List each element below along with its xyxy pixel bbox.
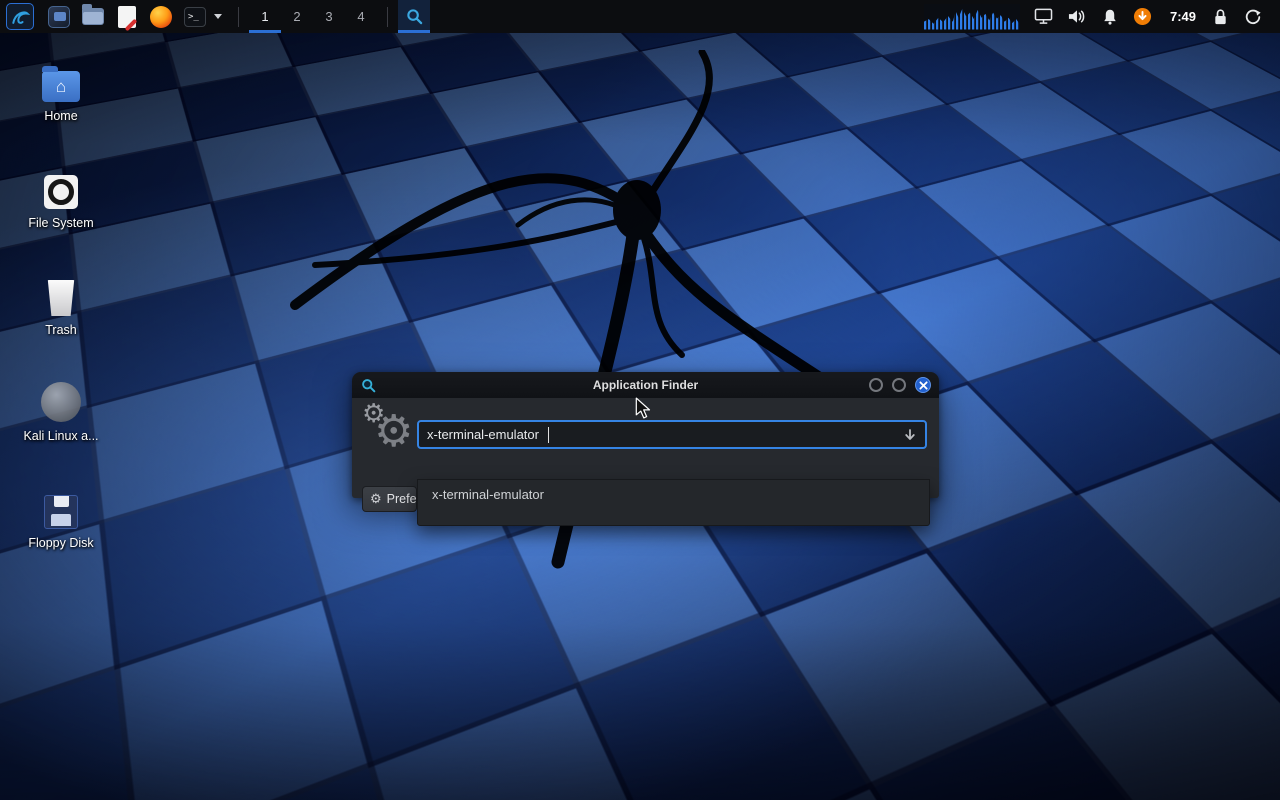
panel-right: 7:49	[924, 0, 1274, 33]
desktop-icon-floppy-disk[interactable]: Floppy Disk	[5, 485, 117, 550]
cpu-graph[interactable]	[924, 4, 1020, 30]
maximize-button[interactable]	[892, 378, 906, 392]
desktop-icon-label: Kali Linux a...	[23, 429, 98, 443]
text-caret	[548, 427, 550, 443]
files-icon	[48, 6, 70, 28]
session-menu-button[interactable]	[1241, 4, 1265, 30]
desktop-icon-label: File System	[28, 216, 93, 230]
desktop-icon-home[interactable]: Home	[5, 58, 117, 123]
workspace-button-3[interactable]: 3	[313, 0, 345, 33]
desktop-icon-kali-linux[interactable]: Kali Linux a...	[5, 378, 117, 443]
close-button[interactable]	[915, 377, 931, 393]
preferences-button-label: Preferences	[387, 492, 417, 506]
gear-icon: ⚙	[370, 491, 382, 507]
close-icon	[919, 381, 928, 390]
firefox-icon	[150, 6, 172, 28]
desktop-icon-label: Trash	[45, 323, 77, 337]
chevron-down-icon[interactable]	[214, 14, 222, 19]
launcher-text-editor[interactable]	[112, 3, 142, 31]
search-input[interactable]: x-terminal-emulator	[417, 420, 927, 449]
updates-tray-icon[interactable]	[1131, 4, 1155, 30]
floppy-disk-icon	[44, 495, 78, 529]
panel-separator	[238, 7, 239, 27]
desktop-icon-file-system[interactable]: File System	[5, 165, 117, 230]
window-titlebar[interactable]: Application Finder	[352, 372, 939, 398]
launcher-file-manager[interactable]	[78, 3, 108, 31]
applications-menu-button[interactable]	[6, 3, 34, 30]
taskbar-application-finder-button[interactable]	[398, 0, 430, 33]
notifications-tray-icon[interactable]	[1098, 4, 1122, 30]
completion-item[interactable]: x-terminal-emulator	[418, 480, 929, 509]
panel-separator	[387, 7, 388, 27]
search-input-value: x-terminal-emulator	[427, 427, 539, 442]
speaker-icon	[1067, 8, 1086, 25]
window-body: ⚙ ⚙ x-terminal-emulator ⚙ Preferences x-…	[352, 398, 939, 498]
preferences-button[interactable]: ⚙ Preferences	[362, 486, 417, 512]
dropdown-arrow-button[interactable]	[903, 428, 917, 442]
launcher-terminal[interactable]	[180, 3, 210, 31]
kali-disc-icon	[41, 382, 81, 422]
magnifier-icon	[406, 8, 423, 25]
lock-screen-button[interactable]	[1208, 4, 1232, 30]
lock-icon	[1212, 8, 1229, 26]
workspace-button-2[interactable]: 2	[281, 0, 313, 33]
desktop-icon-trash[interactable]: Trash	[5, 272, 117, 337]
volume-tray-icon[interactable]	[1065, 4, 1089, 30]
gears-icon: ⚙ ⚙	[360, 400, 416, 474]
kali-menu-icon	[10, 7, 30, 27]
home-folder-icon	[42, 71, 80, 102]
folder-icon	[82, 8, 104, 25]
launcher-files[interactable]	[44, 3, 74, 31]
panel-left: 1 2 3 4	[6, 0, 430, 33]
trash-icon	[46, 280, 76, 316]
launcher-firefox[interactable]	[146, 3, 176, 31]
application-finder-icon	[361, 378, 376, 393]
top-panel: 1 2 3 4	[0, 0, 1280, 33]
workspace-button-1[interactable]: 1	[249, 0, 281, 33]
monitor-icon	[1034, 8, 1053, 25]
text-editor-icon	[118, 6, 136, 28]
display-tray-icon[interactable]	[1032, 4, 1056, 30]
workspace-switcher: 1 2 3 4	[249, 0, 377, 33]
window-title: Application Finder	[352, 378, 939, 392]
cpu-graph-bars	[924, 4, 1020, 30]
completion-dropdown: x-terminal-emulator	[417, 479, 930, 526]
desktop: 1 2 3 4	[0, 0, 1280, 800]
logout-circular-arrow-icon	[1244, 8, 1262, 26]
workspace-button-4[interactable]: 4	[345, 0, 377, 33]
desktop-icon-label: Floppy Disk	[28, 536, 93, 550]
arrow-down-icon	[903, 428, 917, 442]
terminal-icon	[184, 7, 206, 27]
minimize-button[interactable]	[869, 378, 883, 392]
desktop-icon-label: Home	[44, 109, 77, 123]
application-finder-window: Application Finder ⚙ ⚙ x-terminal-emulat…	[352, 372, 939, 498]
file-system-drive-icon	[44, 175, 78, 209]
update-icon	[1133, 7, 1152, 26]
window-controls	[869, 372, 931, 398]
clock[interactable]: 7:49	[1170, 9, 1196, 24]
bell-icon	[1101, 8, 1119, 26]
